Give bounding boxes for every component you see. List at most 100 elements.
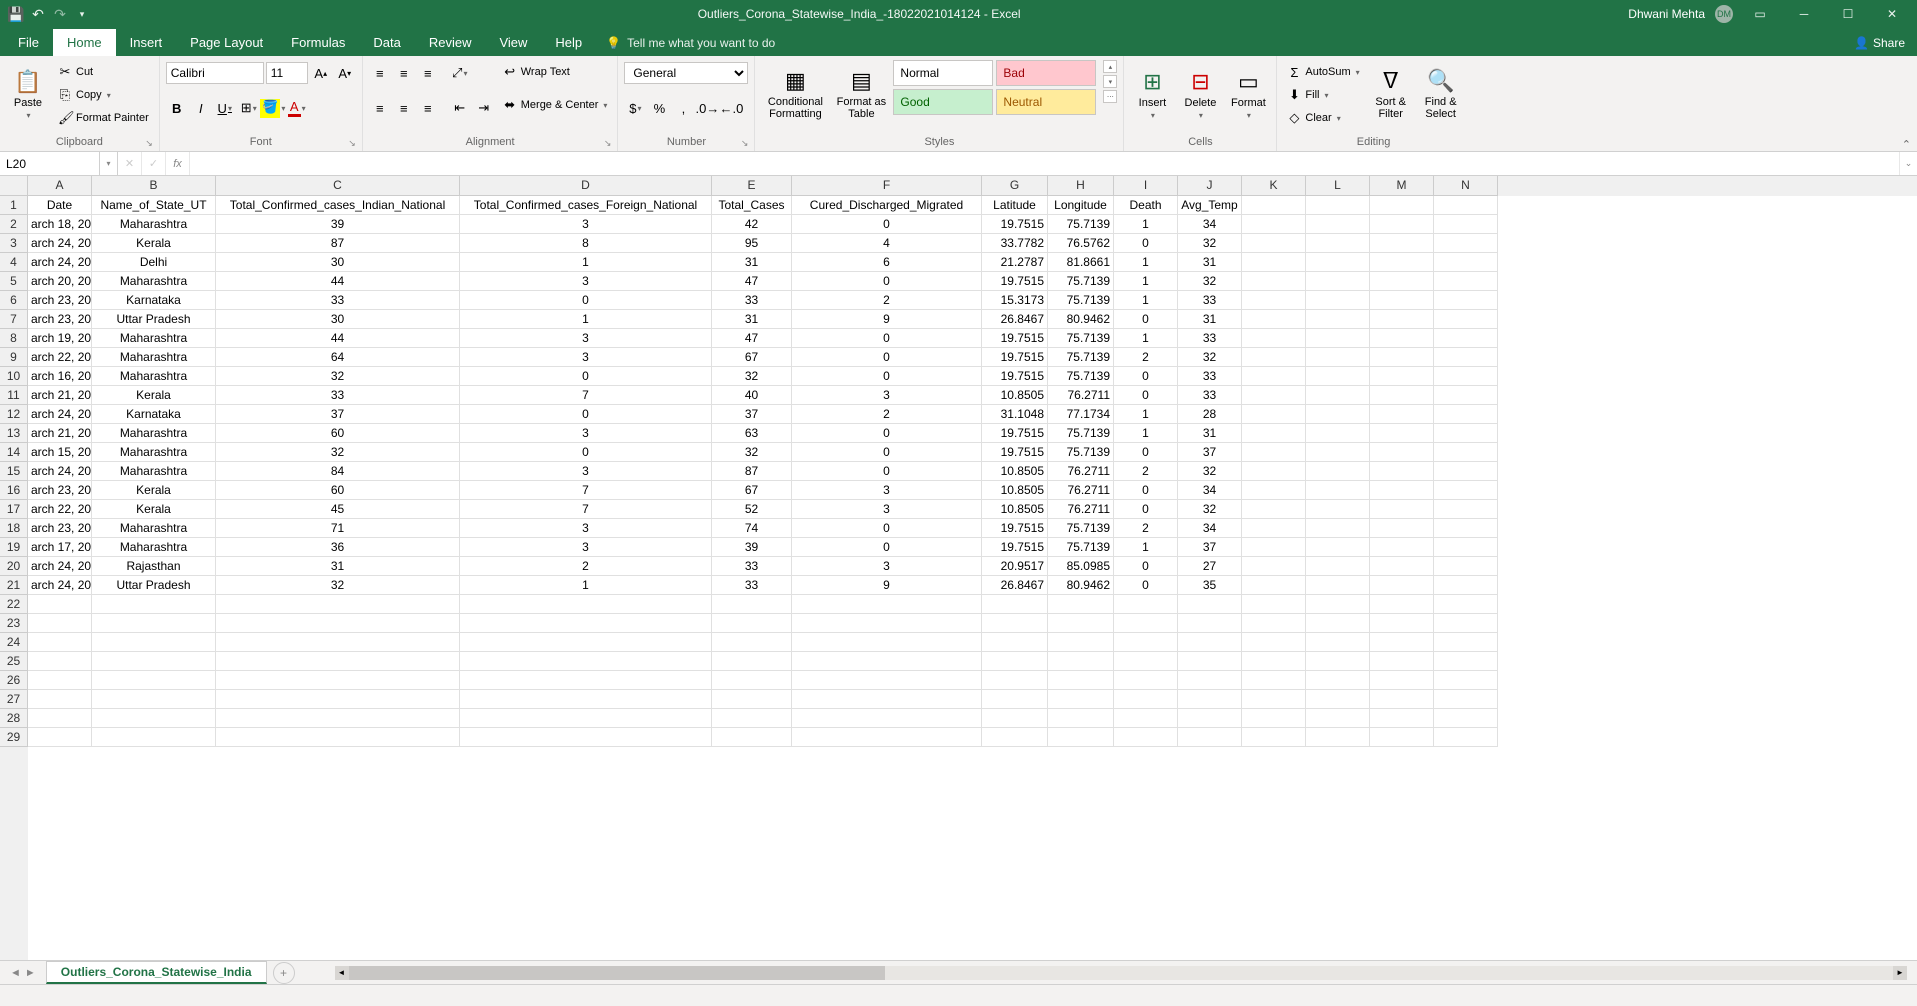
- cell[interactable]: [1242, 310, 1306, 329]
- cell[interactable]: [1306, 614, 1370, 633]
- cell[interactable]: [1242, 728, 1306, 747]
- cell[interactable]: [1370, 481, 1434, 500]
- cell[interactable]: 3: [460, 348, 712, 367]
- cell[interactable]: [1306, 538, 1370, 557]
- cell[interactable]: [1242, 538, 1306, 557]
- increase-font-icon[interactable]: A▴: [310, 62, 332, 84]
- column-header[interactable]: G: [982, 176, 1048, 196]
- cell[interactable]: 75.7139: [1048, 443, 1114, 462]
- style-bad[interactable]: Bad: [996, 60, 1096, 86]
- fill-color-button[interactable]: 🪣▾: [262, 97, 284, 119]
- cell[interactable]: [1370, 424, 1434, 443]
- cell[interactable]: 0: [792, 329, 982, 348]
- cell[interactable]: 33: [216, 386, 460, 405]
- align-middle-icon[interactable]: ≡: [393, 62, 415, 84]
- cell[interactable]: 2: [1114, 462, 1178, 481]
- cell[interactable]: Death: [1114, 196, 1178, 215]
- cell[interactable]: 87: [712, 462, 792, 481]
- fill-button[interactable]: ⬇Fill▾: [1283, 85, 1363, 105]
- cell[interactable]: 33: [1178, 329, 1242, 348]
- cell[interactable]: [1242, 196, 1306, 215]
- cell[interactable]: 81.8661: [1048, 253, 1114, 272]
- cell[interactable]: 76.5762: [1048, 234, 1114, 253]
- cell[interactable]: Maharashtra: [92, 348, 216, 367]
- column-header[interactable]: K: [1242, 176, 1306, 196]
- cell[interactable]: 26.8467: [982, 310, 1048, 329]
- cell[interactable]: 33: [712, 576, 792, 595]
- cell[interactable]: 76.2711: [1048, 500, 1114, 519]
- cell[interactable]: [792, 690, 982, 709]
- cell[interactable]: [1306, 310, 1370, 329]
- cell[interactable]: arch 23, 20: [28, 310, 92, 329]
- cell[interactable]: [460, 671, 712, 690]
- cell[interactable]: 34: [1178, 519, 1242, 538]
- cell[interactable]: 0: [1114, 557, 1178, 576]
- cell[interactable]: [1114, 595, 1178, 614]
- comma-format-icon[interactable]: ,: [672, 97, 694, 119]
- cell[interactable]: [460, 690, 712, 709]
- cell[interactable]: [1242, 272, 1306, 291]
- row-header[interactable]: 28: [0, 709, 28, 728]
- cell[interactable]: 0: [460, 443, 712, 462]
- row-header[interactable]: 13: [0, 424, 28, 443]
- cell[interactable]: 2: [792, 405, 982, 424]
- percent-format-icon[interactable]: %: [648, 97, 670, 119]
- minimize-icon[interactable]: ─: [1787, 2, 1821, 26]
- cell[interactable]: 19.7515: [982, 367, 1048, 386]
- column-header[interactable]: D: [460, 176, 712, 196]
- cell[interactable]: [1306, 576, 1370, 595]
- save-icon[interactable]: 💾: [8, 6, 24, 22]
- cell[interactable]: 32: [216, 443, 460, 462]
- cell[interactable]: 19.7515: [982, 538, 1048, 557]
- cell[interactable]: 37: [1178, 443, 1242, 462]
- user-name[interactable]: Dhwani Mehta: [1628, 7, 1705, 21]
- cell[interactable]: 0: [1114, 481, 1178, 500]
- cell[interactable]: 67: [712, 481, 792, 500]
- decrease-decimal-icon[interactable]: ←.0: [720, 97, 742, 119]
- cell[interactable]: 1: [1114, 405, 1178, 424]
- cell[interactable]: [1434, 709, 1498, 728]
- cell[interactable]: [1306, 519, 1370, 538]
- style-neutral[interactable]: Neutral: [996, 89, 1096, 115]
- cell[interactable]: [1114, 614, 1178, 633]
- cancel-formula-icon[interactable]: ✕: [118, 152, 142, 175]
- cell[interactable]: Total_Confirmed_cases_Indian_National: [216, 196, 460, 215]
- column-header[interactable]: L: [1306, 176, 1370, 196]
- cell[interactable]: arch 22, 20: [28, 500, 92, 519]
- cell[interactable]: [1178, 690, 1242, 709]
- row-header[interactable]: 23: [0, 614, 28, 633]
- cell[interactable]: 19.7515: [982, 329, 1048, 348]
- cell[interactable]: [1306, 424, 1370, 443]
- cell[interactable]: [1370, 253, 1434, 272]
- cell[interactable]: [792, 614, 982, 633]
- cell[interactable]: 87: [216, 234, 460, 253]
- cell[interactable]: [1434, 386, 1498, 405]
- cell[interactable]: 0: [792, 424, 982, 443]
- cell[interactable]: 19.7515: [982, 272, 1048, 291]
- cells-area[interactable]: DateName_of_State_UTTotal_Confirmed_case…: [28, 196, 1917, 960]
- cell[interactable]: 75.7139: [1048, 519, 1114, 538]
- style-normal[interactable]: Normal: [893, 60, 993, 86]
- cell[interactable]: [1434, 234, 1498, 253]
- cell[interactable]: [1048, 709, 1114, 728]
- cell[interactable]: [1434, 443, 1498, 462]
- cell[interactable]: 3: [460, 272, 712, 291]
- cell[interactable]: 1: [1114, 215, 1178, 234]
- row-header[interactable]: 20: [0, 557, 28, 576]
- number-launcher-icon[interactable]: ↘: [741, 138, 749, 149]
- cell[interactable]: [1178, 633, 1242, 652]
- cell[interactable]: [982, 614, 1048, 633]
- font-name-combo[interactable]: [166, 62, 264, 84]
- cell[interactable]: 75.7139: [1048, 367, 1114, 386]
- cell[interactable]: [92, 671, 216, 690]
- cell[interactable]: [1242, 614, 1306, 633]
- cell[interactable]: 76.2711: [1048, 481, 1114, 500]
- tab-view[interactable]: View: [485, 29, 541, 56]
- cell[interactable]: 1: [1114, 329, 1178, 348]
- cell[interactable]: [1306, 272, 1370, 291]
- cell[interactable]: 7: [460, 386, 712, 405]
- cell[interactable]: 47: [712, 329, 792, 348]
- cell[interactable]: 26.8467: [982, 576, 1048, 595]
- cell[interactable]: [216, 728, 460, 747]
- cell[interactable]: Cured_Discharged_Migrated: [792, 196, 982, 215]
